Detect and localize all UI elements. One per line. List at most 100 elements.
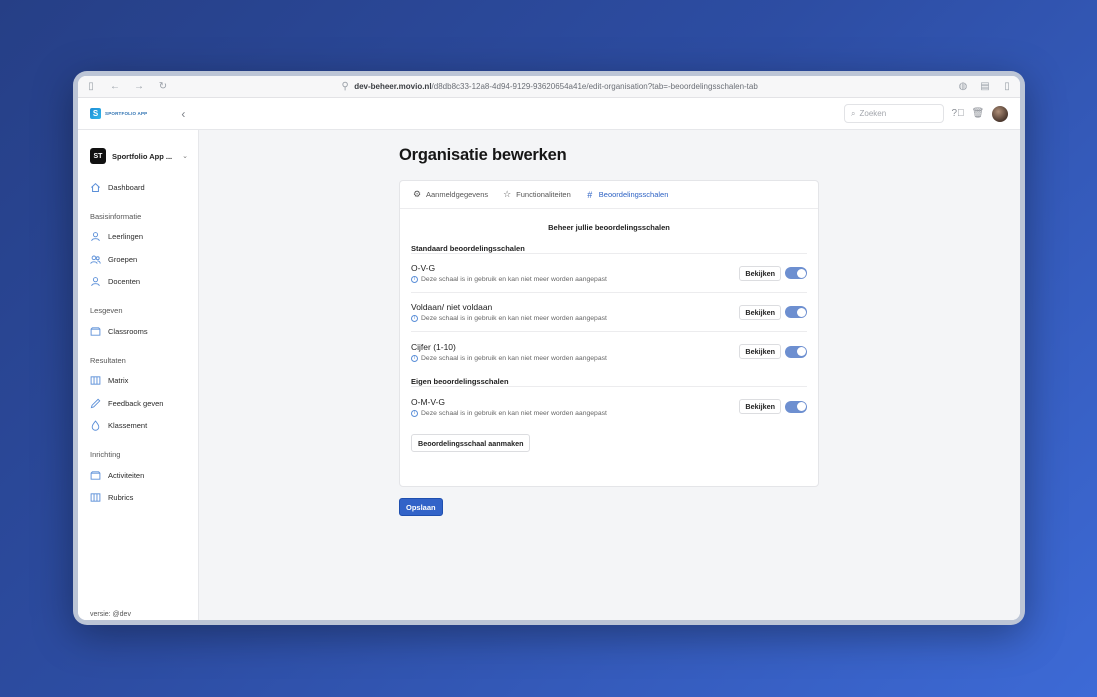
link-icon: ⚲ [341,80,349,92]
scale-row: O-V-G i Deze schaal is in gebruik en kan … [411,254,807,293]
sidebar-item-label: Docenten [108,277,141,287]
user-icon [90,231,101,242]
search-input[interactable]: ⌕ Zoeken [844,104,944,123]
sidebar-item-label: Feedback geven [108,398,164,408]
org-badge: ST [90,148,106,164]
grid-icon [90,375,101,386]
user-icon [90,276,101,287]
trash-icon[interactable]: 🗑 [972,108,985,120]
scale-row: O-M-V-G i Deze schaal is in gebruik en ka… [411,387,807,426]
avatar[interactable] [992,105,1008,122]
version-label: versie: @dev [90,611,131,618]
view-button[interactable]: Bekijken [739,304,781,320]
extension-icon[interactable]: ◍ [958,81,968,92]
scale-toggle[interactable] [785,400,807,413]
reader-icon[interactable]: ▤ [980,81,990,92]
org-switcher[interactable]: ST Sportfolio App ... ⌄ [90,148,188,164]
app-topbar: S SPORTFOLIO APP ‹ ⌕ Zoeken ?⃝ 🗑 [78,98,1020,130]
scale-note: Deze schaal is in gebruik en kan niet me… [421,409,607,417]
logo-mark-icon: S [90,108,101,119]
scale-row: Cijfer (1-10) i Deze schaal is in gebruik… [411,332,807,371]
scale-note: Deze schaal is in gebruik en kan niet me… [421,276,607,283]
tab-functionaliteiten[interactable]: ☆ Functionaliteiten [502,181,571,208]
info-icon: i [411,409,418,417]
sidebar-item-groepen[interactable]: Groepen [90,248,188,271]
sidebar-item-docenten[interactable]: Docenten [90,271,188,294]
sidebar-section-title: Basisinformatie [90,211,142,221]
sidebar-item-rubrics[interactable]: Rubrics [90,487,188,510]
sidebar-item-dashboard[interactable]: Dashboard [90,176,188,199]
sidebar-item-label: Rubrics [108,493,134,503]
drop-icon [90,420,101,431]
app-body: ST Sportfolio App ... ⌄ Dashboard Basisi… [78,130,1020,620]
browser-window: ▯ ← → ↻ ⚲ dev-beheer.movio.nl/d8db8c33-1… [73,71,1025,625]
scale-name: Voldaan/ niet voldaan [411,302,493,312]
url-path: /d8db8c33-12a8-4d94-9129-93620654a41e/ed… [431,82,758,91]
folder-icon [90,470,101,481]
scale-toggle[interactable] [785,267,807,279]
create-scale-button[interactable]: Beoordelingsschaal aanmaken [411,434,531,452]
own-scales-section: Eigen beoordelingsschalen O-M-V-G i Deze … [400,377,818,426]
sidebar-item-klassement[interactable]: Klassement [90,415,188,438]
scale-name: O-V-G [411,263,436,273]
help-icon[interactable]: ?⃝ [951,108,964,120]
section-title: Eigen beoordelingsschalen [411,377,807,387]
grid-icon [90,492,101,503]
logo[interactable]: S SPORTFOLIO APP [90,108,147,119]
search-icon: ⌕ [851,108,856,118]
org-name: Sportfolio App ... [112,151,173,161]
scale-note: Deze schaal is in gebruik en kan niet me… [421,354,607,362]
split-view-icon[interactable]: ▯ [1002,81,1012,92]
chevron-down-icon: ⌄ [182,153,188,160]
tab-bar: ⚙ Aanmeldgegevens ☆ Functionaliteiten # … [400,181,818,209]
save-button[interactable]: Opslaan [399,498,443,516]
tab-aanmeldgegevens[interactable]: ⚙ Aanmeldgegevens [412,181,488,208]
scale-toggle[interactable] [785,306,807,318]
info-icon: i [411,276,418,283]
tab-beoordelingsschalen[interactable]: # Beoordelingsschalen [585,181,669,208]
sidebar-item-label: Groepen [108,254,138,264]
sidebar-item-matrix[interactable]: Matrix [90,370,188,393]
view-button[interactable]: Bekijken [739,344,781,359]
tab-label: Beoordelingsschalen [598,190,669,199]
sidebar-item-activiteiten[interactable]: Activiteiten [90,464,188,487]
section-title: Standaard beoordelingsschalen [411,244,807,254]
info-icon: i [411,315,418,322]
sidebar-item-label: Classrooms [108,326,148,336]
standard-scales-section: Standaard beoordelingsschalen O-V-G i Dez… [400,244,818,371]
sidebar-section-title: Lesgeven [90,306,123,315]
hash-icon: # [587,189,593,200]
gear-icon: ⚙ [412,189,422,199]
folder-icon [90,326,101,337]
main-content: Organisatie bewerken ⚙ Aanmeldgegevens ☆… [199,130,1020,620]
home-icon [90,182,101,193]
tab-label: Aanmeldgegevens [426,190,489,199]
pencil-icon [90,398,101,409]
sidebar-item-leerlingen[interactable]: Leerlingen [90,226,188,249]
view-button[interactable]: Bekijken [739,265,781,281]
browser-inner: ▯ ← → ↻ ⚲ dev-beheer.movio.nl/d8db8c33-1… [78,76,1020,620]
collapse-sidebar-icon[interactable]: ‹ [181,107,185,121]
scale-note: Deze schaal is in gebruik en kan niet me… [421,315,607,322]
settings-card: ⚙ Aanmeldgegevens ☆ Functionaliteiten # … [399,180,819,487]
sidebar-item-label: Leerlingen [108,232,144,242]
view-button[interactable]: Bekijken [739,399,781,414]
logo-text: SPORTFOLIO APP [105,111,148,116]
url-host: dev-beheer.movio.nl [354,82,432,91]
sidebar-item-label: Klassement [108,421,148,431]
scale-name: O-M-V-G [411,396,445,407]
app: S SPORTFOLIO APP ‹ ⌕ Zoeken ?⃝ 🗑 ST Spor… [78,98,1020,620]
sidebar-item-feedback[interactable]: Feedback geven [90,392,188,415]
sidebar-item-classrooms[interactable]: Classrooms [90,320,188,343]
sidebar-section-title: Inrichting [90,450,121,459]
sidebar-section-title: Resultaten [90,355,126,365]
tab-label: Functionaliteiten [516,190,571,199]
info-icon: i [411,354,418,362]
address-bar[interactable]: ⚲ dev-beheer.movio.nl/d8db8c33-12a8-4d94… [78,80,1020,92]
sidebar-item-label: Matrix [108,376,129,386]
page-title: Organisatie bewerken [399,146,567,164]
scale-name: Cijfer (1-10) [411,341,456,352]
sidebar-item-label: Activiteiten [108,470,145,480]
scale-toggle[interactable] [785,345,807,358]
sidebar: ST Sportfolio App ... ⌄ Dashboard Basisi… [78,130,199,620]
